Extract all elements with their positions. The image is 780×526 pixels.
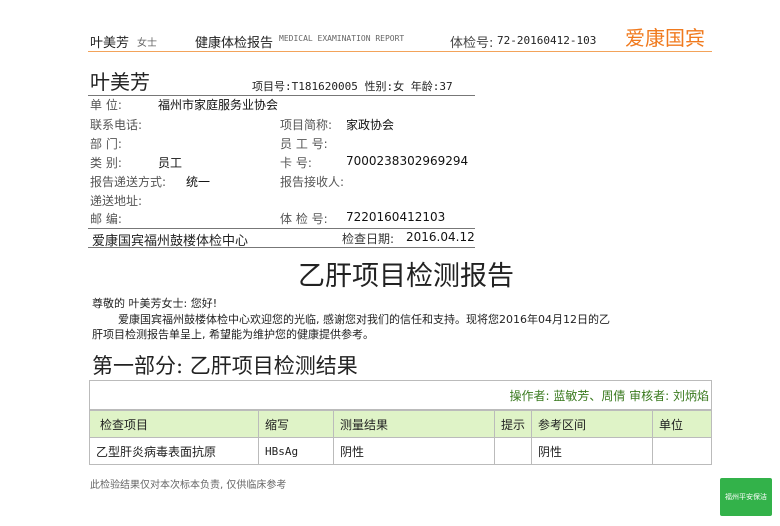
card-value: 7000238302969294 — [346, 154, 469, 168]
category-value: 员工 — [158, 156, 183, 170]
cell-result: 阴性 — [333, 437, 495, 465]
project-abbr-label: 项目简称: — [280, 118, 333, 132]
patient-name: 叶美芳 — [90, 70, 150, 94]
col-header-hint: 提示 — [494, 410, 532, 438]
phone-label: 联系电话: — [90, 118, 143, 132]
brand-logo: 爱康国宾 — [625, 26, 705, 50]
dept-label: 部 门: — [90, 137, 122, 151]
header-gender: 女士 — [137, 38, 157, 49]
zip-label: 邮 编: — [90, 212, 122, 226]
receiver-label: 报告接收人: — [280, 175, 345, 189]
col-header-reference: 参考区间 — [531, 410, 653, 438]
category-label: 类 别: — [90, 156, 122, 170]
operator-bar: 操作者: 蓝敏芳、周倩 审核者: 刘炳焰 — [89, 380, 712, 410]
watermark-badge: 福州平安保洁 — [720, 478, 772, 516]
intro-line-1: 爱康国宾福州鼓楼体检中心欢迎您的光临, 感谢您对我们的信任和支持。现将您2016… — [118, 313, 610, 326]
patient-summary: 项目号:T181620005 性别:女 年龄:37 — [252, 80, 453, 93]
address-label: 递送地址: — [90, 194, 143, 208]
greeting: 尊敬的 叶美芳女士: 您好! — [92, 297, 218, 310]
col-header-unit: 单位 — [652, 410, 712, 438]
cell-unit — [652, 437, 712, 465]
header-exam-no-label: 体检号: — [450, 36, 494, 51]
header-divider — [88, 51, 712, 52]
results-table: 检查项目 缩写 测量结果 提示 参考区间 单位 乙型肝炎病毒表面抗原 HBsAg… — [89, 410, 712, 465]
check-date-value: 2016.04.12 — [406, 230, 475, 244]
intro-line-2: 肝项目检测报告单呈上, 希望能为维护您的健康提供参考。 — [92, 328, 374, 341]
exam-no-label: 体 检 号: — [280, 212, 328, 226]
patient-divider — [88, 95, 475, 96]
cell-reference: 阴性 — [531, 437, 653, 465]
footer-note: 此检验结果仅对本次标本负责, 仅供临床参考 — [90, 480, 287, 491]
delivery-label: 报告递送方式: — [90, 175, 167, 189]
watermark-badge-text: 福州平安保洁 — [725, 493, 767, 501]
cell-abbr: HBsAg — [258, 437, 334, 465]
document-title: 乙肝项目检测报告 — [298, 261, 514, 292]
section-title: 第一部分: 乙肝项目检测结果 — [92, 354, 358, 378]
check-date-label: 检查日期: — [342, 232, 395, 246]
unit-label: 单 位: — [90, 98, 122, 112]
header-report-title-en: MEDICAL EXAMINATION REPORT — [279, 34, 405, 43]
table-row: 乙型肝炎病毒表面抗原 HBsAg 阴性 阴性 — [89, 437, 712, 465]
col-header-item: 检查项目 — [89, 410, 259, 438]
center-divider-bottom — [88, 247, 475, 248]
staff-no-label: 员 工 号: — [280, 137, 328, 151]
exam-no-value: 7220160412103 — [346, 210, 446, 224]
col-header-result: 测量结果 — [333, 410, 495, 438]
project-abbr-value: 家政协会 — [346, 118, 395, 132]
operator-line: 操作者: 蓝敏芳、周倩 审核者: 刘炳焰 — [509, 389, 709, 403]
header-report-title: 健康体检报告 — [195, 36, 274, 51]
cell-hint — [494, 437, 532, 465]
table-header-row: 检查项目 缩写 测量结果 提示 参考区间 单位 — [89, 410, 712, 438]
header-name: 叶美芳 — [90, 36, 130, 51]
col-header-abbr: 缩写 — [258, 410, 334, 438]
header-exam-no: 72-20160412-103 — [497, 34, 597, 47]
cell-item: 乙型肝炎病毒表面抗原 — [89, 437, 259, 465]
unit-value: 福州市家庭服务业协会 — [158, 98, 279, 112]
delivery-value: 统一 — [186, 175, 211, 189]
card-label: 卡 号: — [280, 156, 312, 170]
center-divider-top — [88, 228, 475, 229]
